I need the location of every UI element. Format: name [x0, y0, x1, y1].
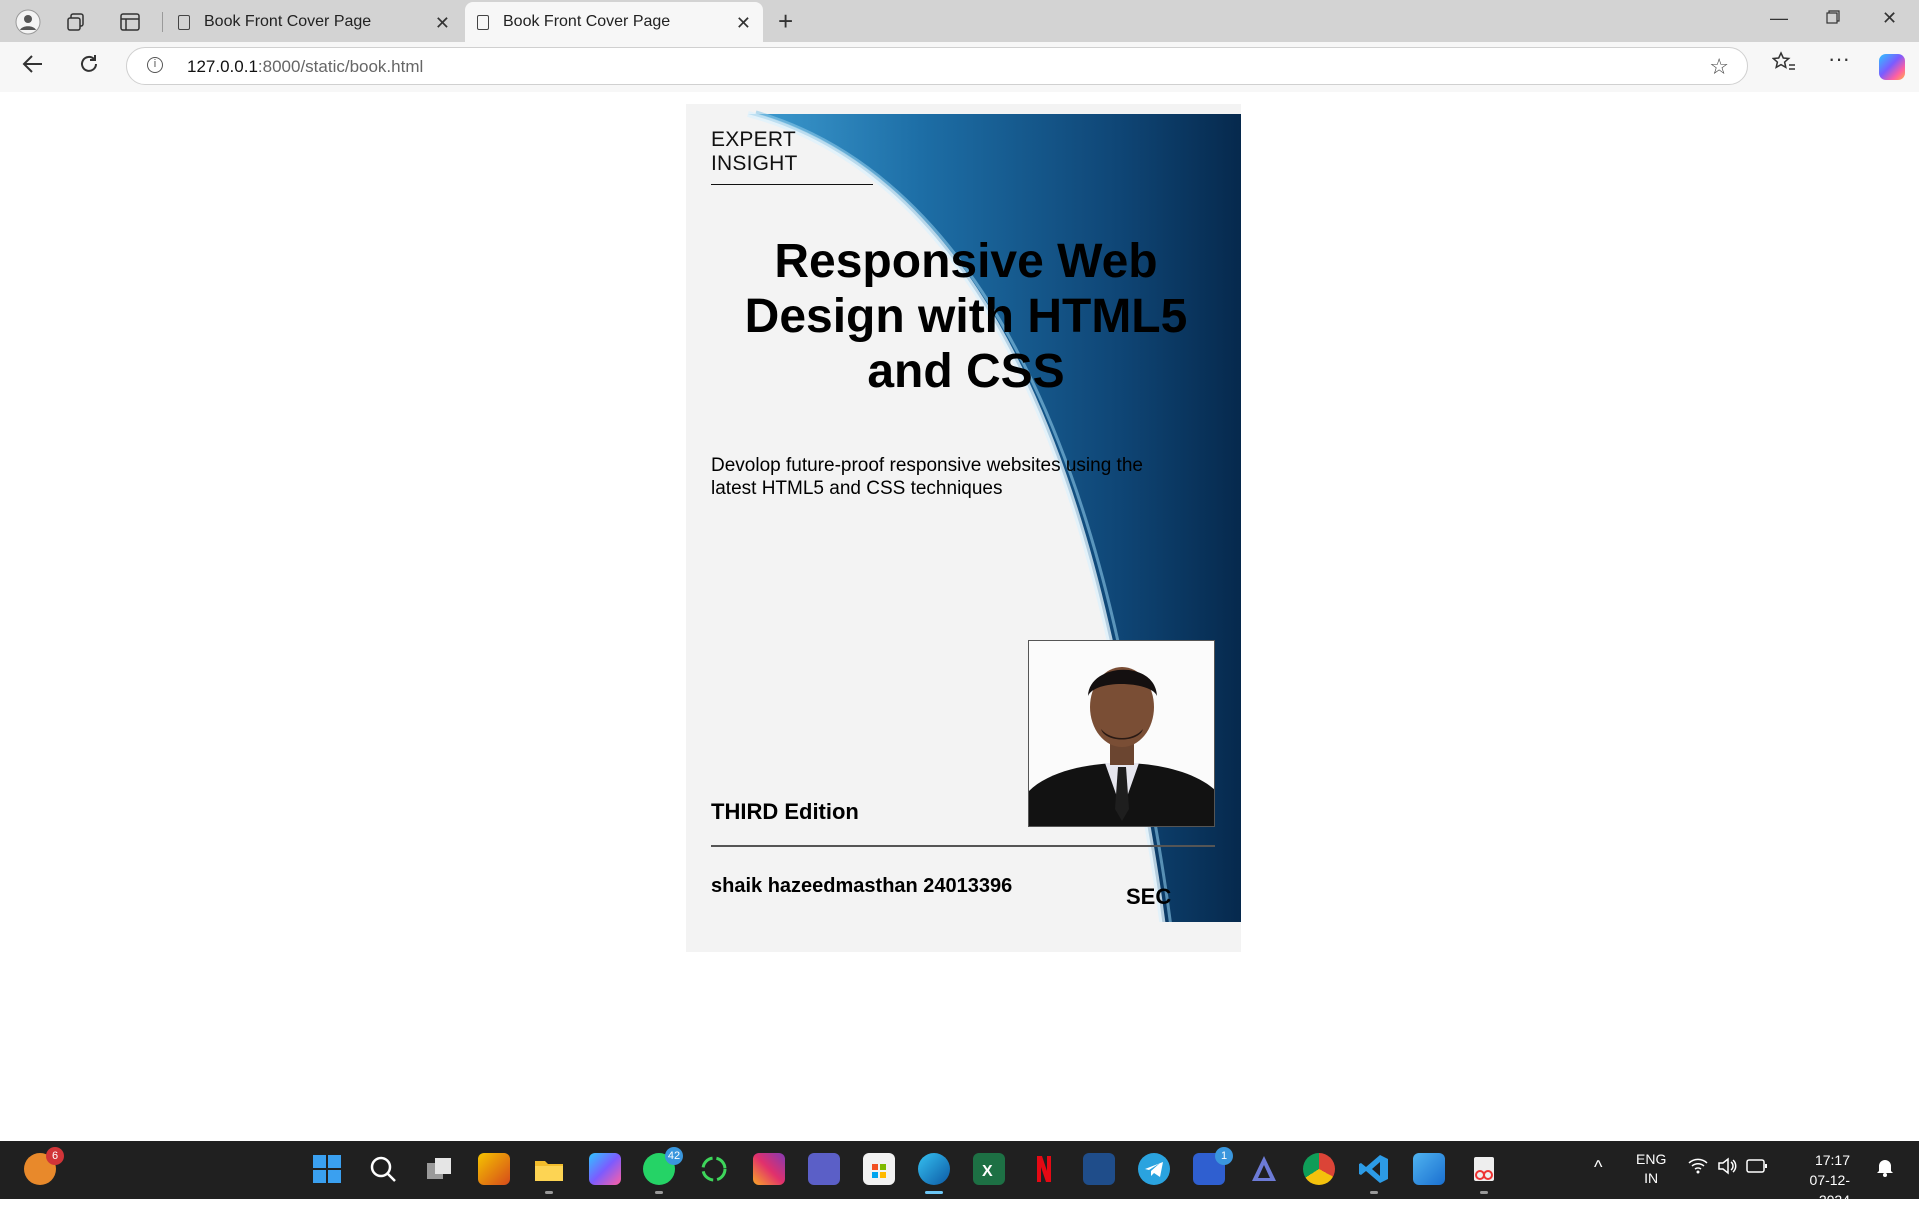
tab-title: Book Front Cover Page: [204, 13, 372, 30]
tab-book-cover-2[interactable]: Book Front Cover Page ✕: [465, 2, 763, 42]
browser-toolbar: i 127.0.0.1:8000/static/book.html ☆ ···: [0, 42, 1919, 92]
author-name: shaik hazeedmasthan 24013396: [711, 875, 1013, 897]
copilot-icon[interactable]: [1879, 54, 1905, 80]
book-title: Responsive Web Design with HTML5 and CSS: [744, 235, 1188, 398]
whatsapp-badge: 42: [665, 1147, 683, 1165]
svg-text:X: X: [982, 1163, 993, 1180]
battery-icon[interactable]: [1746, 1159, 1768, 1177]
url-text[interactable]: 127.0.0.1:8000/static/book.html: [187, 57, 423, 77]
windows-start-icon[interactable]: [311, 1153, 343, 1185]
netflix-icon[interactable]: [1028, 1153, 1060, 1185]
language-code: ENG: [1636, 1151, 1667, 1167]
running-indicator: [545, 1191, 553, 1194]
volume-icon[interactable]: [1717, 1157, 1737, 1179]
back-button[interactable]: [22, 53, 44, 81]
sync-icon[interactable]: [698, 1153, 730, 1185]
url-path: :8000/static/book.html: [257, 57, 424, 76]
book-subtitle: Devolop future-proof responsive websites…: [711, 455, 1143, 499]
url-host: 127.0.0.1: [187, 57, 258, 76]
page-icon: [477, 14, 489, 30]
instagram-icon[interactable]: [753, 1153, 785, 1185]
prime-video-icon[interactable]: [1083, 1153, 1115, 1185]
game-icon[interactable]: [478, 1153, 510, 1185]
search-icon[interactable]: [367, 1153, 399, 1185]
whatsapp-icon[interactable]: 42: [643, 1147, 683, 1185]
close-icon[interactable]: ✕: [435, 13, 450, 34]
workspaces-icon[interactable]: [62, 8, 90, 36]
notification-bell-icon[interactable]: [1876, 1157, 1894, 1181]
l-app-badge: 1: [1215, 1147, 1233, 1165]
book-cover: EXPERT INSIGHT Responsive Web Design wit…: [686, 104, 1241, 952]
close-icon[interactable]: ✕: [736, 13, 751, 34]
page-icon: [178, 14, 190, 30]
running-indicator: [1370, 1191, 1378, 1194]
corner-label: SEC: [1126, 884, 1172, 909]
minimize-button[interactable]: —: [1770, 8, 1788, 29]
windows-taskbar: 6 42 X 1 ^ ENG IN 17:17 07-12-2024: [0, 1141, 1919, 1208]
tab-separator: [162, 12, 163, 32]
clock-date: 07-12-2024: [1809, 1172, 1850, 1208]
profile-icon[interactable]: [14, 8, 42, 36]
excel-icon[interactable]: X: [973, 1153, 1005, 1185]
address-bar[interactable]: i 127.0.0.1:8000/static/book.html ☆: [126, 47, 1748, 85]
clock-time: 17:17: [1814, 1152, 1850, 1168]
edge-icon[interactable]: [918, 1153, 950, 1185]
tab-strip: Book Front Cover Page ✕ Book Front Cover…: [0, 0, 1919, 42]
series-label: EXPERT INSIGHT: [711, 128, 873, 185]
refresh-button[interactable]: [78, 53, 100, 81]
running-indicator: [1480, 1191, 1488, 1194]
photos-icon[interactable]: [1413, 1153, 1445, 1185]
weather-badge: 6: [46, 1147, 64, 1165]
active-indicator: [925, 1191, 943, 1194]
copilot-icon[interactable]: [589, 1153, 621, 1185]
language-indicator[interactable]: ENG IN: [1636, 1150, 1666, 1188]
favorites-icon[interactable]: [1771, 51, 1796, 79]
microsoft-store-icon[interactable]: [863, 1153, 895, 1185]
favorite-star-icon[interactable]: ☆: [1709, 54, 1729, 80]
more-options-icon[interactable]: ···: [1828, 46, 1850, 72]
tab-title: Book Front Cover Page: [503, 13, 671, 30]
site-info-icon[interactable]: i: [147, 57, 163, 73]
show-hidden-icons-icon[interactable]: ^: [1594, 1157, 1602, 1178]
snipping-tool-icon[interactable]: [1468, 1153, 1500, 1185]
running-indicator: [655, 1191, 663, 1194]
tab-book-cover-1[interactable]: Book Front Cover Page ✕: [166, 2, 462, 42]
weather-icon[interactable]: 6: [24, 1147, 64, 1185]
task-view-icon[interactable]: [423, 1153, 455, 1185]
divider: [711, 845, 1215, 847]
file-explorer-icon[interactable]: [533, 1153, 565, 1185]
chrome-icon[interactable]: [1303, 1153, 1335, 1185]
vpn-icon[interactable]: [1248, 1153, 1280, 1185]
teams-icon[interactable]: [808, 1153, 840, 1185]
l-app-icon[interactable]: 1: [1193, 1147, 1233, 1185]
wifi-icon[interactable]: [1688, 1157, 1708, 1179]
author-photo: [1028, 640, 1215, 827]
new-tab-button[interactable]: +: [778, 6, 793, 37]
vscode-icon[interactable]: [1358, 1153, 1390, 1185]
edition-label: THIRD Edition: [711, 799, 859, 824]
clock[interactable]: 17:17 07-12-2024: [1786, 1150, 1850, 1210]
vertical-tabs-icon[interactable]: [116, 8, 144, 36]
restore-button[interactable]: [1826, 8, 1840, 29]
page-viewport: EXPERT INSIGHT Responsive Web Design wit…: [5, 92, 1916, 1138]
close-window-button[interactable]: ✕: [1882, 8, 1897, 29]
region-code: IN: [1644, 1170, 1659, 1186]
telegram-icon[interactable]: [1138, 1153, 1170, 1185]
